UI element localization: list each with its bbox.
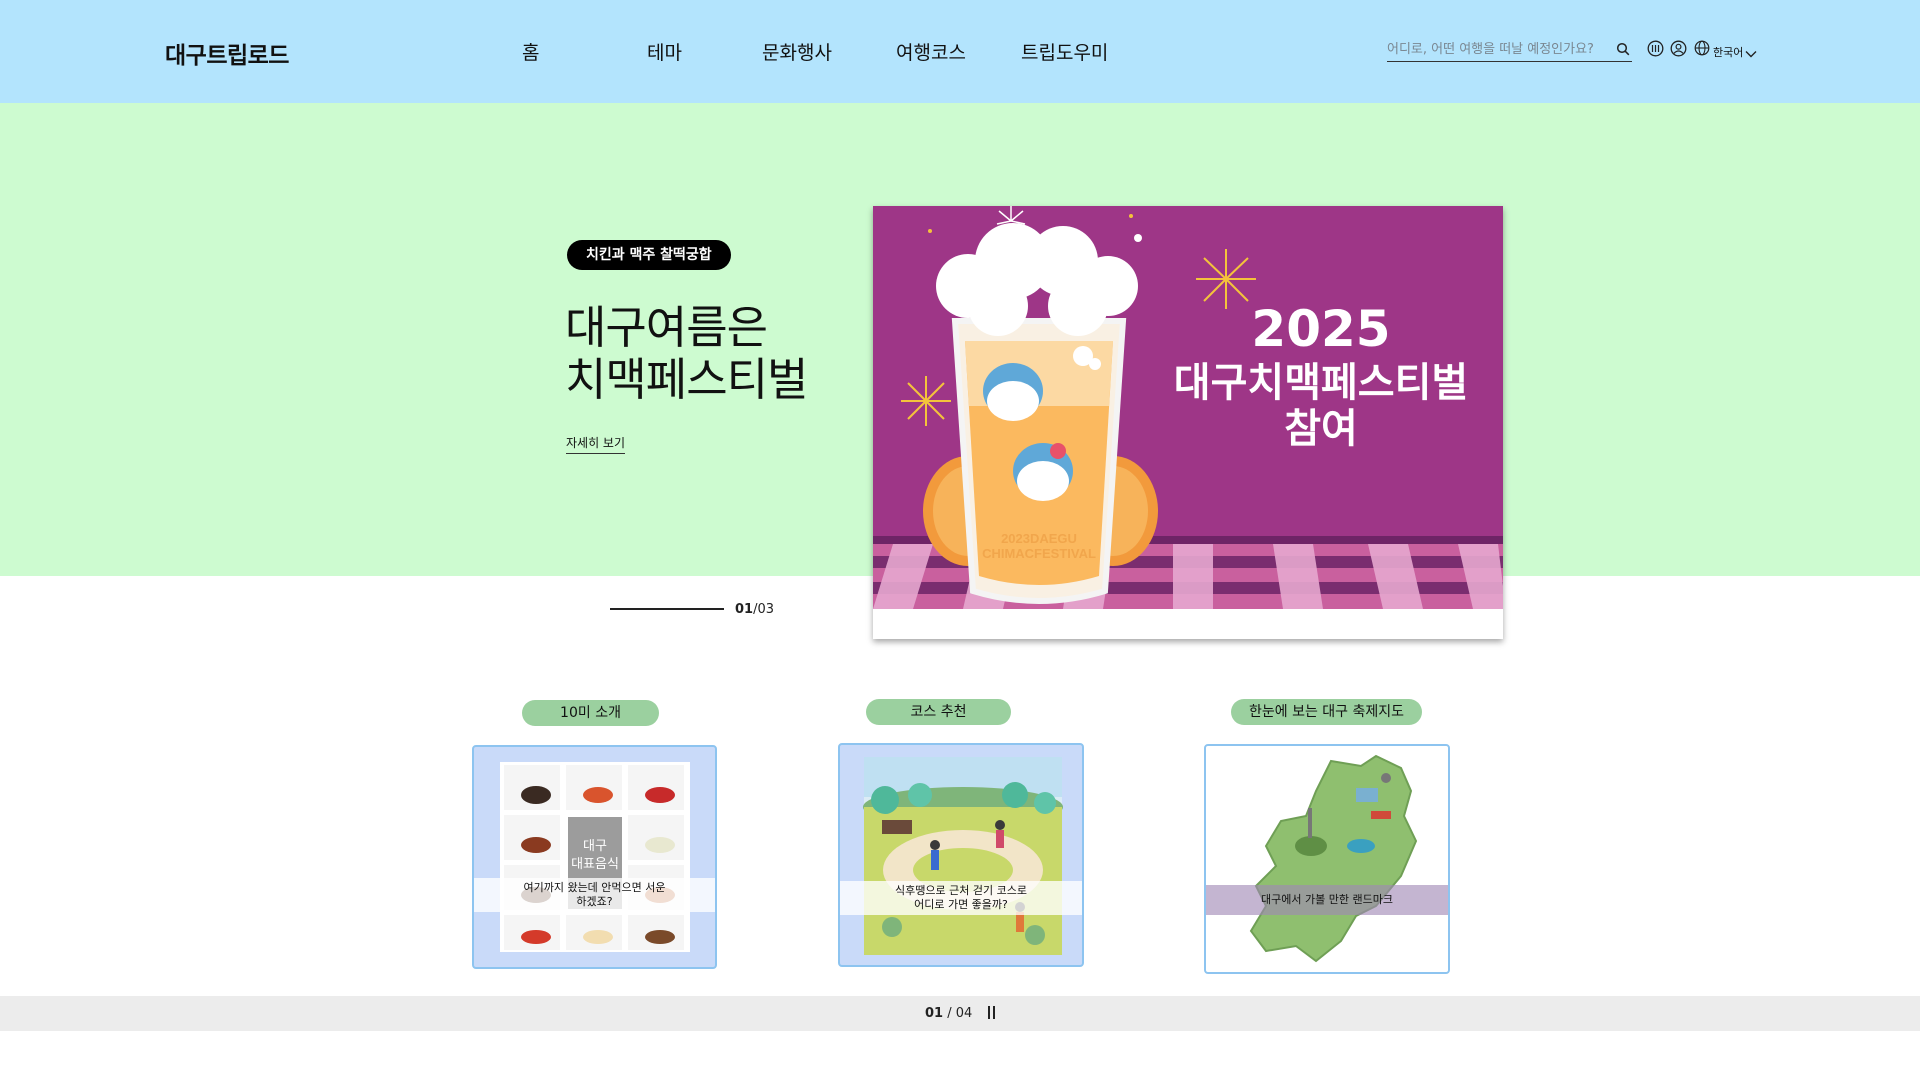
hero-progress-bar (610, 608, 724, 610)
card-caption-line2: 어디로 가면 좋을까? (914, 898, 1008, 911)
search-box[interactable] (1387, 38, 1632, 62)
card-counter-total: / 04 (943, 1006, 973, 1021)
nav-item-trip-helper[interactable]: 트립도우미 (1021, 38, 1108, 65)
card-festival-map[interactable]: 대구에서 가볼 만한 랜드마크 (1204, 744, 1450, 974)
card-tag-course-recommend: 코스 추천 (866, 699, 1011, 725)
language-selector[interactable]: 한국어 (1713, 44, 1743, 60)
card-slide-counter: 01 / 04 (925, 1006, 972, 1021)
accessibility-icon[interactable] (1647, 40, 1664, 61)
hero-poster[interactable]: 2023DAEGU CHIMACFESTIVAL 2025 대구치맥페스티벌 참… (873, 206, 1503, 639)
poster-glass-text-2: CHIMACFESTIVAL (982, 546, 1096, 561)
nav-item-theme[interactable]: 테마 (647, 38, 682, 65)
card-caption-line1: 대구에서 가볼 만한 랜드마크 (1261, 893, 1393, 906)
card-caption-line1: 여기까지 왔는데 안먹으면 서운 (523, 881, 666, 894)
hero-more-link[interactable]: 자세히 보기 (566, 434, 626, 454)
hero-counter-total: /03 (753, 602, 775, 617)
card-caption-line2: 하겠죠? (576, 895, 613, 908)
nav-item-culture-events[interactable]: 문화행사 (762, 38, 832, 65)
globe-icon[interactable] (1694, 40, 1710, 60)
pause-icon[interactable] (987, 1006, 997, 1019)
card-counter-current: 01 (925, 1006, 944, 1021)
poster-title-line2: 대구치맥페스티벌 (1174, 360, 1468, 406)
nav-item-travel-course[interactable]: 여행코스 (896, 38, 966, 65)
user-icon[interactable] (1670, 40, 1687, 61)
food-center-label-2: 대표음식 (571, 857, 619, 872)
walking-park-image (863, 757, 1063, 955)
hero-counter-current: 01 (735, 602, 754, 617)
hero-title-line2: 치맥페스티벌 (565, 353, 808, 406)
nav-item-home[interactable]: 홈 (522, 38, 539, 65)
card-course-recommend[interactable]: 식후땡으로 근처 걷기 코스로 어디로 가면 좋을까? (838, 743, 1084, 967)
search-input[interactable] (1387, 39, 1607, 57)
food-center-label-1: 대구 (583, 839, 607, 854)
daegu-festival-map-image (1249, 754, 1418, 963)
hero-title-line1: 대구여름은 (565, 301, 768, 354)
card-tag-10-foods: 10미 소개 (522, 700, 659, 726)
hero-badge: 치킨과 맥주 찰떡궁합 (567, 240, 731, 270)
daegu-food-grid-image: 대구 대표음식 (500, 762, 690, 952)
poster-glass-text-1: 2023DAEGU (1001, 531, 1077, 546)
poster-title-line1: 2025 (1251, 300, 1390, 358)
site-logo[interactable]: 대구트립로드 (165, 36, 289, 70)
search-icon[interactable] (1616, 41, 1630, 60)
poster-title-line3: 참여 (1284, 406, 1358, 452)
card-caption-line1: 식후땡으로 근처 걷기 코스로 (895, 884, 1027, 897)
hero-title: 대구여름은 치맥페스티벌 (565, 301, 808, 406)
chimac-festival-poster: 2023DAEGU CHIMACFESTIVAL 2025 대구치맥페스티벌 참… (873, 206, 1503, 609)
chevron-down-icon[interactable] (1745, 44, 1757, 63)
card-10-foods[interactable]: 대구 대표음식 여기까지 왔는데 안먹으면 서운 하겠죠? (472, 745, 717, 969)
card-tag-festival-map: 한눈에 보는 대구 축제지도 (1231, 699, 1422, 725)
card-caption: 식후땡으로 근처 걷기 코스로 어디로 가면 좋을까? (840, 881, 1082, 915)
card-caption: 대구에서 가볼 만한 랜드마크 (1206, 885, 1448, 915)
hero-slide-counter: 01/03 (735, 602, 774, 617)
card-caption: 여기까지 왔는데 안먹으면 서운 하겠죠? (474, 878, 715, 912)
